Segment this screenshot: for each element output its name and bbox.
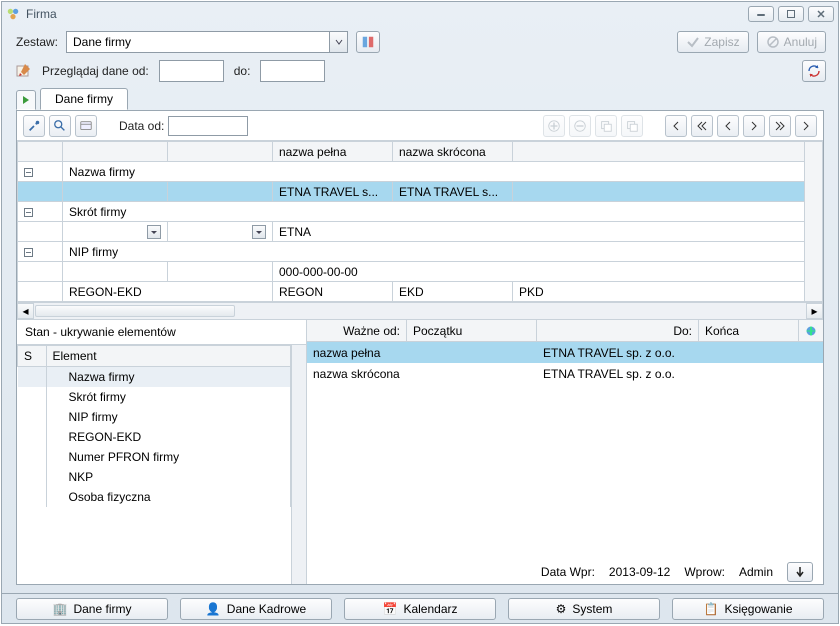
module-system[interactable]: ⚙System	[508, 598, 660, 620]
copy-button[interactable]	[595, 115, 617, 137]
cancel-icon	[766, 35, 780, 49]
zestaw-label: Zestaw:	[16, 35, 58, 49]
col-nazwa-skrocona[interactable]: nazwa skrócona	[393, 142, 513, 162]
nav-first-button[interactable]	[665, 115, 687, 137]
zestaw-select[interactable]: Dane firmy	[66, 31, 348, 53]
grid-toolbar: Data od:	[17, 111, 823, 141]
details-panel: Ważne od: Początku Do: Końca nazwa pełna…	[307, 320, 823, 584]
entered-by-label: Wprow:	[684, 565, 725, 579]
globe-icon[interactable]	[799, 320, 823, 341]
list-item[interactable]: Numer PFRON firmy	[18, 447, 291, 467]
list-item[interactable]: NIP firmy	[18, 407, 291, 427]
elements-list-panel: Stan - ukrywanie elementów SElement Nazw…	[17, 320, 307, 584]
data-grid[interactable]: nazwa pełna nazwa skrócona Nazwa firmy E…	[17, 141, 823, 320]
row-regon-ekd[interactable]: REGON-EKD	[63, 282, 273, 302]
scroll-thumb[interactable]	[35, 305, 235, 317]
list-item[interactable]: REGON-EKD	[18, 427, 291, 447]
card-button[interactable]	[75, 115, 97, 137]
ledger-icon: 📋	[704, 602, 719, 616]
entered-date-value: 2013-09-12	[609, 565, 670, 579]
date-from-input[interactable]	[168, 116, 248, 136]
valid-to-label: Do:	[537, 320, 699, 341]
tab-dane-firmy[interactable]: Dane firmy	[40, 88, 128, 110]
refresh-button[interactable]	[802, 60, 826, 82]
module-dane-kadrowe[interactable]: 👤Dane Kadrowe	[180, 598, 332, 620]
person-icon: 👤	[206, 602, 221, 616]
list-item[interactable]: Nazwa firmy	[18, 367, 291, 388]
close-button[interactable]	[808, 6, 834, 22]
top-toolbar: Zestaw: Dane firmy Zapisz Anuluj	[2, 25, 838, 57]
app-window: Firma Zestaw: Dane firmy Zapisz Anuluj P…	[1, 1, 839, 624]
remove-button[interactable]	[569, 115, 591, 137]
v-scrollbar[interactable]	[291, 345, 306, 584]
detail-row[interactable]: nazwa skróconaETNA TRAVEL sp. z o.o.	[307, 363, 823, 384]
building-icon: 🏢	[53, 602, 68, 616]
titlebar: Firma	[2, 2, 838, 25]
dropdown-icon[interactable]	[147, 225, 161, 239]
list-item[interactable]: Osoba fizyczna	[18, 487, 291, 507]
expand-down-button[interactable]	[787, 562, 813, 582]
dropdown-icon[interactable]	[252, 225, 266, 239]
nav-prev-fast-button[interactable]	[691, 115, 713, 137]
valid-to-value: Końca	[699, 320, 799, 341]
chevron-down-icon	[329, 32, 347, 52]
calendar-icon: 📅	[383, 602, 398, 616]
list-item[interactable]: NKP	[18, 467, 291, 487]
to-label: do:	[234, 64, 251, 78]
browse-bar: Przeglądaj dane od: do:	[2, 57, 838, 88]
main-panel: Data od: nazwa pełna nazwa skrócona	[16, 110, 824, 585]
maximize-button[interactable]	[778, 6, 804, 22]
nav-prev-button[interactable]	[717, 115, 739, 137]
app-icon	[6, 7, 20, 21]
browse-to-input[interactable]	[260, 60, 325, 82]
row-skrot-firmy[interactable]: Skrót firmy	[63, 202, 805, 222]
scroll-right-icon[interactable]: ▸	[806, 303, 823, 319]
date-from-label: Data od:	[119, 119, 164, 133]
status-bar: Data Wpr: 2013-09-12 Wprow: Admin	[307, 560, 823, 584]
detail-row[interactable]: nazwa pełnaETNA TRAVEL sp. z o.o.	[307, 342, 823, 363]
zestaw-action-button[interactable]	[356, 31, 380, 53]
nav-next-button[interactable]	[743, 115, 765, 137]
valid-from-label: Ważne od:	[307, 320, 407, 341]
col-element[interactable]: Element	[46, 346, 291, 367]
tab-strip: Dane firmy	[2, 88, 838, 110]
module-bar: 🏢Dane firmy 👤Dane Kadrowe 📅Kalendarz ⚙Sy…	[2, 593, 838, 623]
scroll-left-icon[interactable]: ◂	[17, 303, 34, 319]
col-s[interactable]: S	[18, 346, 47, 367]
row-nazwa-firmy[interactable]: Nazwa firmy	[63, 162, 805, 182]
tools-button[interactable]	[23, 115, 45, 137]
edit-icon	[16, 62, 32, 81]
search-button[interactable]	[49, 115, 71, 137]
list-item[interactable]: Skrót firmy	[18, 387, 291, 407]
browse-label: Przeglądaj dane od:	[42, 64, 149, 78]
system-icon: ⚙	[556, 602, 567, 616]
zestaw-value: Dane firmy	[73, 35, 131, 49]
nav-next-fast-button[interactable]	[769, 115, 791, 137]
paste-button[interactable]	[621, 115, 643, 137]
add-button[interactable]	[543, 115, 565, 137]
nav-last-button[interactable]	[795, 115, 817, 137]
run-tab-button[interactable]	[16, 90, 36, 110]
module-kalendarz[interactable]: 📅Kalendarz	[344, 598, 496, 620]
entered-by-value: Admin	[739, 565, 773, 579]
h-scrollbar[interactable]: ◂ ▸	[17, 302, 823, 319]
entered-date-label: Data Wpr:	[541, 565, 595, 579]
cancel-button[interactable]: Anuluj	[757, 31, 826, 53]
left-caption: Stan - ukrywanie elementów	[17, 320, 306, 345]
module-ksiegowanie[interactable]: 📋Księgowanie	[672, 598, 824, 620]
minimize-button[interactable]	[748, 6, 774, 22]
module-dane-firmy[interactable]: 🏢Dane firmy	[16, 598, 168, 620]
save-button[interactable]: Zapisz	[677, 31, 748, 53]
check-icon	[686, 35, 700, 49]
col-nazwa-pelna[interactable]: nazwa pełna	[273, 142, 393, 162]
valid-from-value: Początku	[407, 320, 537, 341]
window-title: Firma	[26, 7, 748, 21]
browse-from-input[interactable]	[159, 60, 224, 82]
row-nip-firmy[interactable]: NIP firmy	[63, 242, 805, 262]
